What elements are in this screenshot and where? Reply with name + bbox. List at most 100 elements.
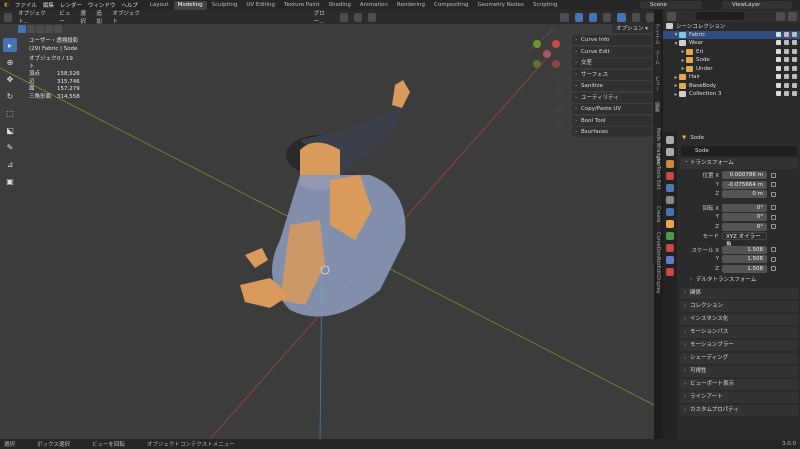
editor-type-icon[interactable] <box>4 12 13 22</box>
field-value[interactable]: 1.508 <box>722 264 767 273</box>
properties-tab-icon[interactable] <box>666 256 674 264</box>
outliner-row[interactable]: ▸ BaseBody <box>663 82 800 91</box>
transform-icon[interactable]: ⬕ <box>3 123 17 137</box>
properties-section[interactable]: コレクション <box>680 301 798 312</box>
properties-tab-icon[interactable] <box>666 208 674 216</box>
snap-icon[interactable] <box>353 12 363 22</box>
overlay-toggle-icon[interactable] <box>588 12 598 22</box>
rendered-shading-icon[interactable] <box>645 12 654 22</box>
menu-file[interactable]: ファイル <box>15 1 37 9</box>
field-value[interactable]: XYZ オイラー角 <box>722 232 767 248</box>
include-checkbox-icon[interactable] <box>776 82 781 88</box>
lock-icon[interactable] <box>771 205 776 211</box>
mode-dropdown[interactable]: オブジェクト... <box>18 10 53 25</box>
lock-icon[interactable] <box>771 256 776 262</box>
properties-tab-icon[interactable] <box>666 232 674 240</box>
field-value[interactable]: 0° <box>722 203 767 212</box>
move-icon[interactable]: ✥ <box>3 72 17 86</box>
menu-edit[interactable]: 編集 <box>43 1 54 9</box>
camera-icon[interactable] <box>792 40 797 45</box>
npanel-item[interactable]: 交差 <box>572 58 652 68</box>
outliner-row[interactable]: ▾ Wear <box>663 39 800 48</box>
npanel-item[interactable]: Curve Edit <box>572 46 652 57</box>
eye-icon[interactable] <box>784 74 789 79</box>
n-panel-tab[interactable]: LoopTools <box>653 154 661 178</box>
n-panel-tab[interactable]: Create <box>653 206 661 223</box>
select-subtract-icon[interactable] <box>36 25 44 33</box>
add-cube-icon[interactable]: ▣ <box>3 174 17 188</box>
workspace-tab-0[interactable]: Layout <box>146 1 173 10</box>
n-panel-tab[interactable]: ツール <box>653 50 661 65</box>
workspace-tab-7[interactable]: Rendering <box>393 1 429 10</box>
orientation-dropdown[interactable]: グロー... <box>314 10 334 25</box>
menu-help[interactable]: ヘルプ <box>121 1 138 9</box>
workspace-tab-4[interactable]: Texture Paint <box>280 1 324 10</box>
transform-section[interactable]: トランスフォーム <box>680 156 798 169</box>
outliner-row[interactable]: ▾ Fabric <box>663 30 800 39</box>
properties-section[interactable]: 可視性 <box>680 366 798 377</box>
properties-tab-icon[interactable] <box>666 172 674 180</box>
workspace-tab-5[interactable]: Shading <box>325 1 355 10</box>
select-intersect-icon[interactable] <box>54 25 62 33</box>
outliner-row[interactable]: ▸ Hair <box>663 73 800 82</box>
lock-icon[interactable] <box>771 182 776 188</box>
field-value[interactable]: -0.075664 m <box>722 180 767 189</box>
camera-icon[interactable] <box>792 65 797 71</box>
n-panel-tab[interactable]: Edit <box>653 180 661 190</box>
3d-viewport[interactable]: オブジェクト... ビュー 選択 追加 オブジェクト グロー... ▸ ⊕ ✥ … <box>0 10 654 439</box>
workspace-tab-10[interactable]: Scripting <box>529 1 561 10</box>
npanel-item[interactable]: Bsurfaces <box>572 127 652 137</box>
pivot-icon[interactable] <box>339 12 348 22</box>
camera-icon[interactable] <box>792 82 797 88</box>
field-value[interactable]: 0° <box>722 222 767 231</box>
properties-tab-icon[interactable] <box>666 220 674 228</box>
workspace-tab-8[interactable]: Compositing <box>430 1 472 10</box>
include-checkbox-icon[interactable] <box>776 40 781 45</box>
annotate-icon[interactable]: ✎ <box>3 140 17 154</box>
outliner-root[interactable]: シーンコレクション <box>663 22 800 31</box>
select-extend-icon[interactable] <box>27 25 35 33</box>
lock-icon[interactable] <box>771 214 776 220</box>
menu-object[interactable]: オブジェクト <box>113 10 143 25</box>
properties-tab-icon[interactable] <box>666 268 674 276</box>
outliner-row[interactable]: ▸ Sode <box>663 56 800 65</box>
properties-tab-icon[interactable] <box>666 244 674 252</box>
lock-icon[interactable] <box>771 172 776 178</box>
select-new-icon[interactable] <box>18 25 26 33</box>
camera-icon[interactable] <box>792 31 797 37</box>
scene-selector[interactable]: Scene <box>640 1 702 9</box>
eye-icon[interactable] <box>784 48 789 54</box>
blender-logo-icon[interactable]: ◐ <box>4 2 9 8</box>
properties-tab-icon[interactable] <box>666 148 674 156</box>
material-shading-icon[interactable] <box>631 12 640 22</box>
solid-shading-icon[interactable] <box>617 12 626 22</box>
properties-section[interactable]: 関係 <box>680 288 798 299</box>
camera-icon[interactable] <box>792 74 797 79</box>
npanel-item[interactable]: ユーティリティ <box>572 92 652 103</box>
npanel-item[interactable]: Copy/Paste UV <box>572 104 652 114</box>
options-dropdown[interactable]: オプション ▾ <box>611 23 652 33</box>
properties-tab-icon[interactable] <box>666 160 674 168</box>
include-checkbox-icon[interactable] <box>776 74 781 79</box>
properties-section[interactable]: シェーディング <box>680 353 798 364</box>
include-checkbox-icon[interactable] <box>776 31 781 37</box>
rotate-icon[interactable]: ↻ <box>3 89 17 103</box>
lock-icon[interactable] <box>771 224 776 230</box>
npanel-item[interactable]: Sanitize <box>572 81 652 91</box>
viewlayer-selector[interactable]: ViewLayer <box>722 1 792 9</box>
npanel-item[interactable]: Curve Info <box>572 35 652 45</box>
workspace-tab-1[interactable]: Modeling <box>173 0 207 10</box>
outliner-search-input[interactable] <box>695 12 745 20</box>
new-collection-icon[interactable] <box>788 11 797 21</box>
measure-icon[interactable]: ⊿ <box>3 157 17 171</box>
field-value[interactable]: 0° <box>722 213 767 222</box>
properties-tab-icon[interactable] <box>666 136 674 144</box>
include-checkbox-icon[interactable] <box>776 48 781 54</box>
outliner-row[interactable]: ▸ Under <box>663 65 800 74</box>
field-value[interactable]: 0 m <box>722 190 767 199</box>
workspace-tab-6[interactable]: Animation <box>356 1 392 10</box>
select-invert-icon[interactable] <box>45 25 53 33</box>
properties-section[interactable]: モーションパス <box>680 327 798 338</box>
eye-icon[interactable] <box>784 31 789 37</box>
camera-icon[interactable] <box>792 48 797 54</box>
